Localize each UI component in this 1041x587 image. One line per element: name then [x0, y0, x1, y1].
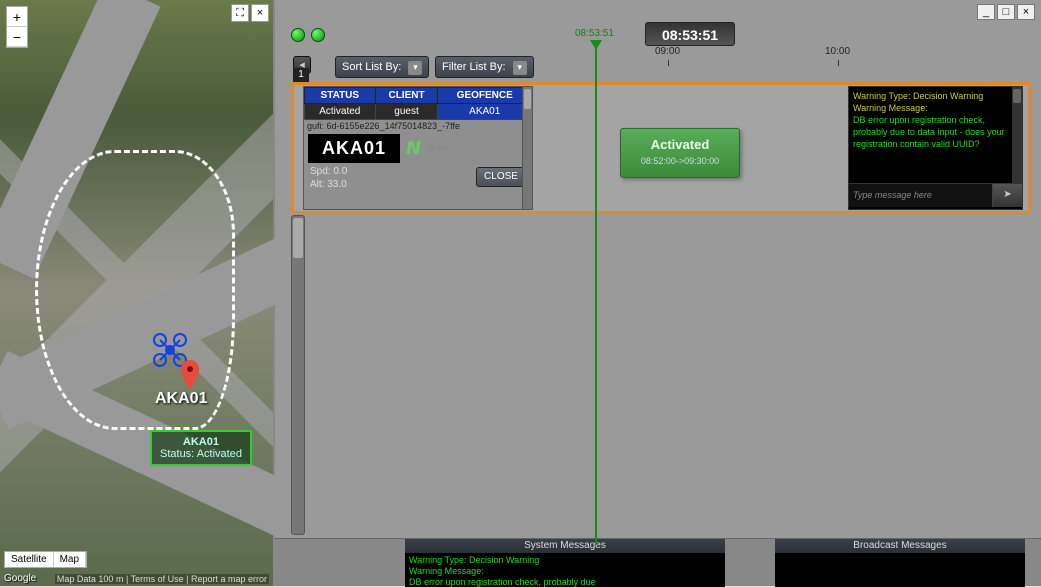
- chat-messages: Warning Type: Decision Warning Warning M…: [849, 87, 1022, 183]
- window-close-button[interactable]: ×: [1017, 4, 1035, 20]
- signal-icon: 𝙉: [406, 138, 421, 159]
- val-client: guest: [375, 104, 438, 120]
- col-client: CLIENT: [375, 88, 438, 104]
- timeline-ruler[interactable]: 09:00 10:00: [335, 46, 1029, 66]
- alt-label: Alt:: [310, 179, 324, 190]
- zoom-control: + −: [6, 6, 28, 48]
- scrollbar-thumb[interactable]: [1013, 89, 1021, 103]
- callsign-badge: AKA01: [308, 134, 400, 163]
- bottom-bar: System Messages Warning Type: Decision W…: [275, 538, 1041, 586]
- chat-send-button[interactable]: ➤: [992, 184, 1022, 207]
- playhead-time: 08:53:51: [575, 28, 614, 39]
- broadcast-messages-body: [775, 553, 1025, 587]
- map-status-box[interactable]: AKA01 Status: Activated: [150, 430, 252, 466]
- alt-value: 33.0: [327, 179, 346, 190]
- map-fullscreen-button[interactable]: ⛶: [231, 4, 249, 22]
- chat-line: Warning Message:: [853, 102, 1018, 114]
- map-close-button[interactable]: ×: [251, 4, 269, 22]
- map-status-sub: Status: Activated: [160, 448, 242, 460]
- info-table: STATUS CLIENT GEOFENCE Activated guest A…: [304, 87, 532, 120]
- zoom-in-button[interactable]: +: [7, 7, 27, 27]
- flight-info-card: STATUS CLIENT GEOFENCE Activated guest A…: [303, 86, 533, 210]
- chat-line: Warning Type: Decision Warning: [853, 90, 1018, 102]
- timeline-tick: 10:00: [825, 46, 850, 57]
- map-type-satellite[interactable]: Satellite: [5, 552, 54, 567]
- zoom-out-button[interactable]: −: [7, 27, 27, 47]
- map-panel[interactable]: AKA01 AKA01 Status: Activated + − ⛶ × Sa…: [0, 0, 275, 586]
- map-attribution: Google: [4, 573, 36, 584]
- map-footer: Map Data 100 m | Terms of Use | Report a…: [55, 574, 269, 584]
- system-messages-header: System Messages: [405, 539, 725, 553]
- timeline-panel: _ □ × 08:53:51 ◂ Sort List By: ▾ Filter …: [275, 0, 1041, 586]
- playhead[interactable]: [595, 40, 597, 545]
- sys-line: Warning Message:: [409, 566, 721, 577]
- broadcast-messages-header: Broadcast Messages: [775, 539, 1025, 553]
- system-messages-body: Warning Type: Decision Warning Warning M…: [405, 553, 725, 587]
- val-geofence: AKA01: [438, 104, 532, 120]
- event-title: Activated: [621, 137, 739, 152]
- map-type-switch: Satellite Map: [4, 551, 87, 568]
- list-scrollbar[interactable]: [291, 215, 305, 535]
- broadcast-messages-panel: Broadcast Messages: [775, 539, 1025, 587]
- chat-scrollbar[interactable]: [1012, 87, 1022, 183]
- window-max-button[interactable]: □: [997, 4, 1015, 20]
- speed-label: Spd:: [310, 166, 331, 177]
- gufi-text: gufi: 6d-6155e226_14f75014823_-7ffe: [304, 120, 532, 132]
- chat-input[interactable]: Type message here: [849, 184, 992, 207]
- signal-label: db ext: [427, 144, 449, 153]
- chat-line: DB error upon registration check, probab…: [853, 114, 1018, 150]
- map-marker-label: AKA01: [155, 390, 207, 408]
- map-type-map[interactable]: Map: [54, 552, 86, 567]
- status-led-icon: [291, 28, 305, 42]
- speed-value: 0.0: [333, 166, 347, 177]
- map-pin-icon[interactable]: [180, 360, 200, 390]
- col-status: STATUS: [305, 88, 376, 104]
- app-root: AKA01 AKA01 Status: Activated + − ⛶ × Sa…: [0, 0, 1041, 586]
- event-time-range: 08:52:00->09:30:00: [621, 156, 739, 166]
- val-status: Activated: [305, 104, 376, 120]
- status-led-icon: [311, 28, 325, 42]
- card-scrollbar[interactable]: [522, 87, 532, 209]
- col-geofence: GEOFENCE: [438, 88, 532, 104]
- map-status-title: AKA01: [160, 436, 242, 448]
- window-controls: _ □ ×: [977, 4, 1035, 20]
- geofence-outline: [35, 150, 235, 430]
- system-messages-panel: System Messages Warning Type: Decision W…: [405, 539, 725, 587]
- status-leds: [291, 28, 325, 42]
- window-min-button[interactable]: _: [977, 4, 995, 20]
- clock: 08:53:51: [645, 22, 735, 46]
- sys-line: Warning Type: Decision Warning: [409, 555, 721, 566]
- timeline-event[interactable]: Activated 08:52:00->09:30:00: [620, 128, 740, 178]
- scrollbar-thumb[interactable]: [524, 89, 531, 109]
- timeline-tick: 09:00: [655, 46, 680, 57]
- map-window-controls: ⛶ ×: [231, 4, 269, 22]
- row-number: 1: [293, 68, 309, 82]
- close-button[interactable]: CLOSE: [476, 167, 526, 187]
- scrollbar-thumb[interactable]: [293, 218, 303, 258]
- chat-panel: Warning Type: Decision Warning Warning M…: [848, 86, 1023, 210]
